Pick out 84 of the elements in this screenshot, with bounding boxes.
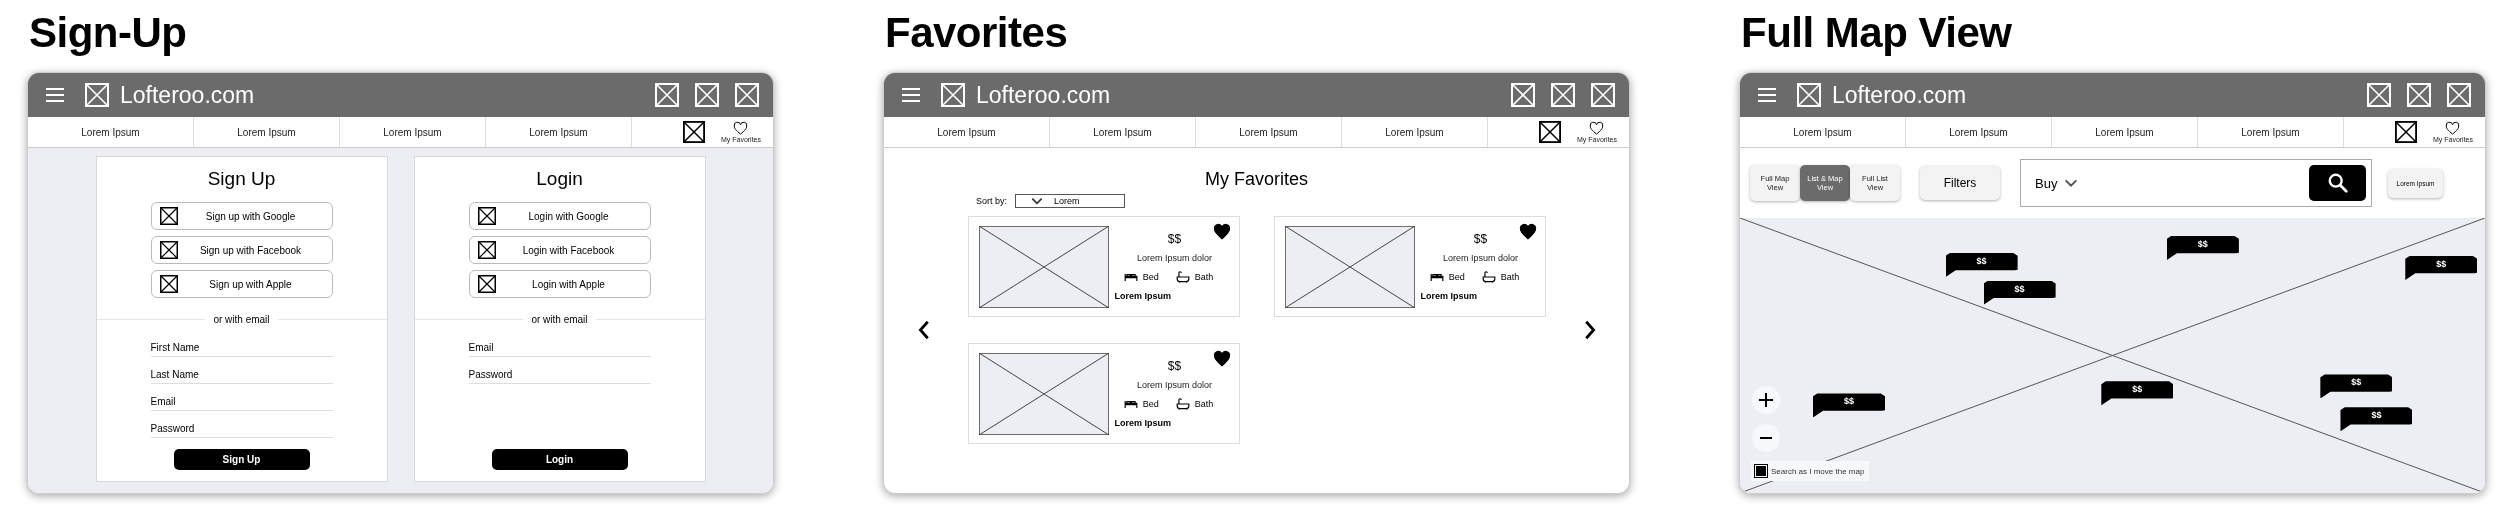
- logo-icon[interactable]: [1797, 83, 1821, 107]
- image-placeholder-icon[interactable]: [2394, 121, 2417, 143]
- favorite-heart-icon[interactable]: [1518, 223, 1537, 241]
- favorite-heart-icon[interactable]: [1212, 350, 1231, 368]
- image-placeholder-icon: [159, 241, 178, 259]
- nav-link[interactable]: Lorem Ipsum: [1195, 117, 1341, 147]
- bed-label: Bed: [1448, 272, 1465, 282]
- image-placeholder-icon: [159, 275, 178, 293]
- listing-name: Lorem Ipsum: [1114, 291, 1171, 301]
- social-login-button[interactable]: Login with Google: [468, 202, 651, 230]
- social-login-button[interactable]: Sign up with Google: [150, 202, 333, 230]
- price: $$: [1473, 232, 1488, 246]
- image-placeholder-icon[interactable]: [1538, 121, 1561, 143]
- nav-link[interactable]: Lorem Ipsum: [2051, 117, 2197, 147]
- listing-name: Lorem Ipsum: [1114, 418, 1171, 428]
- sort-label: Sort by:: [976, 196, 1007, 206]
- heart-icon[interactable]: [733, 121, 749, 136]
- listing-card[interactable]: $$ Lorem Ipsum dolor Bed Bath Lorem Ipsum: [1273, 216, 1546, 317]
- listing-description: Lorem Ipsum dolor: [1442, 253, 1518, 263]
- logo-icon[interactable]: [941, 83, 965, 107]
- social-login-button[interactable]: Login with Apple: [468, 270, 651, 298]
- heart-icon[interactable]: [1589, 121, 1605, 136]
- form-title: Sign Up: [207, 167, 276, 191]
- screen-title: Full Map View: [1741, 8, 2012, 58]
- search-button[interactable]: [2309, 165, 2366, 201]
- nav-link[interactable]: Lorem Ipsum: [339, 117, 485, 147]
- nav-link[interactable]: Lorem Ipsum: [1049, 117, 1195, 147]
- site-name[interactable]: Lofteroo.com: [120, 81, 255, 109]
- bath-label: Bath: [1500, 272, 1520, 282]
- menu-icon[interactable]: [901, 87, 921, 103]
- listing-card[interactable]: $$ Lorem Ipsum dolor Bed Bath Lorem Ipsum: [967, 343, 1240, 444]
- nav-link[interactable]: Lorem Ipsum: [193, 117, 339, 147]
- divider-label: or with email: [205, 313, 278, 326]
- form-title: Login: [536, 167, 583, 191]
- favorite-heart-icon[interactable]: [1212, 223, 1231, 241]
- site-name[interactable]: Lofteroo.com: [1832, 81, 1967, 109]
- checkbox-label: Search as I move the map: [1771, 466, 1865, 476]
- image-placeholder-icon: [159, 207, 178, 225]
- sort-dropdown[interactable]: Lorem: [1015, 194, 1125, 208]
- site-name[interactable]: Lofteroo.com: [976, 81, 1111, 109]
- bath-label: Bath: [1194, 399, 1214, 409]
- heart-icon[interactable]: [2445, 121, 2461, 136]
- bathtub-icon: [1175, 270, 1190, 284]
- checkbox[interactable]: [1756, 466, 1766, 476]
- submit-button[interactable]: Login: [491, 449, 628, 470]
- menu-icon[interactable]: [1757, 87, 1777, 103]
- bath-label: Bath: [1194, 272, 1214, 282]
- nav-link[interactable]: Lorem Ipsum: [1905, 117, 2051, 147]
- buy-dropdown[interactable]: Buy: [2035, 175, 2080, 191]
- page-heading: My Favorites: [1204, 168, 1309, 190]
- price: $$: [1167, 359, 1182, 373]
- menu-icon[interactable]: [45, 87, 65, 103]
- listing-description: Lorem Ipsum dolor: [1136, 253, 1212, 263]
- image-placeholder-icon[interactable]: [682, 121, 705, 143]
- nav-link[interactable]: Lorem Ipsum: [2197, 117, 2343, 147]
- social-login-button[interactable]: Sign up with Apple: [150, 270, 333, 298]
- search-bar[interactable]: Buy: [2020, 159, 2372, 207]
- price: $$: [1167, 232, 1182, 246]
- image-placeholder-icon: [477, 241, 496, 259]
- listing-card[interactable]: $$ Lorem Ipsum dolor Bed Bath Lorem Ipsum: [967, 216, 1240, 317]
- screen-title: Favorites: [885, 8, 1068, 58]
- nav-link[interactable]: Lorem Ipsum: [1740, 117, 1905, 147]
- bed-label: Bed: [1142, 399, 1159, 409]
- bed-label: Bed: [1142, 272, 1159, 282]
- nav-link[interactable]: Lorem Ipsum: [485, 117, 631, 147]
- image-placeholder-icon: [477, 275, 496, 293]
- search-icon: [2326, 172, 2349, 194]
- nav-link[interactable]: Lorem Ipsum: [884, 117, 1049, 147]
- listing-description: Lorem Ipsum dolor: [1136, 380, 1212, 390]
- social-login-button[interactable]: Sign up with Facebook: [150, 236, 333, 264]
- submit-button[interactable]: Sign Up: [173, 449, 310, 470]
- minus-icon: [1760, 437, 1772, 439]
- social-login-button[interactable]: Login with Facebook: [468, 236, 651, 264]
- plus-icon: [1759, 393, 1773, 407]
- logo-icon[interactable]: [85, 83, 109, 107]
- listing-name: Lorem Ipsum: [1420, 291, 1477, 301]
- nav-link[interactable]: Lorem Ipsum: [28, 117, 193, 147]
- bathtub-icon: [1481, 270, 1496, 284]
- screen-title: Sign-Up: [29, 8, 187, 58]
- nav-link[interactable]: Lorem Ipsum: [1341, 117, 1487, 147]
- divider-label: or with email: [523, 313, 596, 326]
- bathtub-icon: [1175, 397, 1190, 411]
- image-placeholder-icon: [477, 207, 496, 225]
- filters-button[interactable]: Filters: [1920, 166, 2000, 200]
